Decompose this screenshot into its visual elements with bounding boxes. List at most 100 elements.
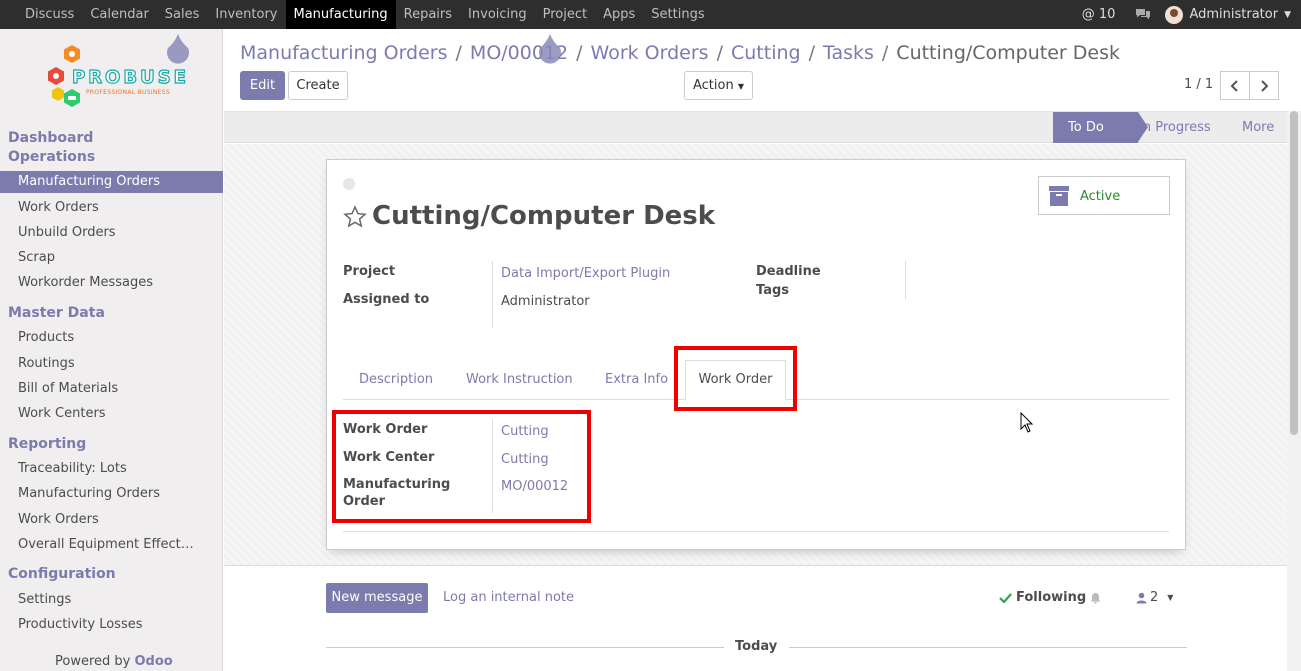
sidebar-item-routings[interactable]: Routings	[0, 353, 223, 375]
project-field[interactable]: Data Import/Export Plugin	[501, 266, 670, 281]
bell-icon	[1090, 592, 1101, 603]
sidebar-item-reporting-manufacturing-orders[interactable]: Manufacturing Orders	[0, 483, 223, 505]
sidebar-item-overall-equipment-effectiveness[interactable]: Overall Equipment Effect…	[0, 534, 223, 556]
mouse-cursor-icon	[1020, 412, 1034, 433]
archive-icon	[1049, 186, 1069, 206]
log-note-link[interactable]: Log an internal note	[443, 590, 574, 605]
tab-extra-info[interactable]: Extra Info	[605, 372, 668, 387]
chevron-left-icon	[1230, 79, 1238, 92]
sidebar-item-settings[interactable]: Settings	[0, 589, 223, 611]
section-divider	[343, 531, 1169, 532]
mentions-counter[interactable]: @ 10	[1082, 7, 1116, 22]
breadcrumb-manufacturing-orders[interactable]: Manufacturing Orders	[240, 42, 448, 64]
stage-to-do[interactable]: To Do	[1053, 112, 1148, 143]
systray: @ 10 Administrator ▼	[1082, 0, 1301, 29]
scrollbar[interactable]	[1287, 111, 1301, 671]
status-bar: To Do In Progress More	[224, 111, 1287, 143]
chat-icon[interactable]	[1135, 8, 1151, 21]
top-navbar: Discuss Calendar Sales Inventory Manufac…	[0, 0, 1301, 29]
sidebar-item-bill-of-materials[interactable]: Bill of Materials	[0, 378, 223, 400]
active-toggle-button[interactable]: Active	[1038, 176, 1170, 215]
stage-more[interactable]: More	[1242, 112, 1274, 143]
menu-settings[interactable]: Settings	[643, 0, 712, 29]
menu-sales[interactable]: Sales	[157, 0, 208, 29]
menu-discuss[interactable]: Discuss	[0, 0, 82, 29]
field-divider	[492, 261, 493, 328]
odoo-link[interactable]: Odoo	[135, 654, 173, 669]
field-divider	[905, 261, 906, 299]
click-marker-icon	[539, 34, 561, 64]
kanban-state-icon[interactable]	[343, 178, 355, 190]
app-menu: Discuss Calendar Sales Inventory Manufac…	[0, 0, 713, 29]
date-separator-label: Today	[735, 639, 778, 654]
breadcrumb-work-orders[interactable]: Work Orders	[591, 42, 709, 64]
pager-value[interactable]: 1 / 1	[1184, 77, 1213, 92]
scrollbar-thumb[interactable]	[1290, 111, 1298, 435]
menu-calendar[interactable]: Calendar	[82, 0, 156, 29]
breadcrumb-current: Cutting/Computer Desk	[896, 42, 1121, 64]
breadcrumb-separator: /	[881, 42, 889, 64]
logo-subtitle: PROFESSIONAL BUSINESS	[86, 89, 170, 96]
breadcrumb: Manufacturing Orders / MO/00012 / Work O…	[240, 42, 1120, 64]
action-dropdown[interactable]: Action ▼	[684, 71, 753, 100]
menu-apps[interactable]: Apps	[595, 0, 643, 29]
menu-project[interactable]: Project	[535, 0, 595, 29]
sidebar-item-manufacturing-orders[interactable]: Manufacturing Orders	[0, 171, 223, 193]
menu-inventory[interactable]: Inventory	[207, 0, 285, 29]
action-label: Action	[692, 78, 734, 93]
sidebar-item-work-centers[interactable]: Work Centers	[0, 403, 223, 425]
tags-label: Tags	[756, 283, 790, 298]
menu-repairs[interactable]: Repairs	[396, 0, 460, 29]
sidebar-item-workorder-messages[interactable]: Workorder Messages	[0, 272, 223, 294]
followers-count: 2	[1150, 590, 1159, 605]
sidebar-item-reporting-work-orders[interactable]: Work Orders	[0, 509, 223, 531]
check-icon	[999, 593, 1012, 603]
breadcrumb-separator: /	[576, 42, 583, 64]
project-label: Project	[343, 264, 396, 279]
breadcrumb-separator: /	[808, 42, 815, 64]
assigned-to-field[interactable]: Administrator	[501, 294, 590, 309]
click-marker-icon	[167, 34, 189, 64]
section-dashboard[interactable]: Dashboard	[8, 130, 93, 146]
sidebar-item-traceability-lots[interactable]: Traceability: Lots	[0, 458, 223, 480]
new-message-button[interactable]: New message	[326, 583, 428, 613]
breadcrumb-separator: /	[455, 42, 462, 64]
caret-down-icon[interactable]: ▼	[1284, 10, 1291, 20]
highlight-box	[674, 346, 797, 411]
followers-button[interactable]: 2 ▼	[1136, 590, 1173, 605]
pager-previous-button[interactable]	[1220, 71, 1250, 100]
section-master-data: Master Data	[8, 305, 105, 321]
deadline-label: Deadline	[756, 264, 821, 279]
breadcrumb-cutting[interactable]: Cutting	[731, 42, 801, 64]
tab-description[interactable]: Description	[359, 372, 433, 387]
create-button[interactable]: Create	[288, 71, 348, 100]
sidebar-item-productivity-losses[interactable]: Productivity Losses	[0, 614, 223, 636]
powered-by: Powered by Odoo	[55, 654, 173, 669]
section-operations: Operations	[8, 149, 96, 165]
sidebar-item-work-orders[interactable]: Work Orders	[0, 197, 223, 219]
following-button[interactable]: Following	[999, 590, 1101, 605]
active-label: Active	[1080, 189, 1121, 204]
section-configuration: Configuration	[8, 566, 116, 582]
sidebar-item-scrap[interactable]: Scrap	[0, 247, 223, 269]
user-avatar[interactable]	[1165, 5, 1184, 24]
menu-manufacturing[interactable]: Manufacturing	[285, 0, 396, 29]
edit-button[interactable]: Edit	[240, 71, 285, 100]
company-logo: PROBUSE PROFESSIONAL BUSINESS	[44, 43, 187, 117]
assigned-to-label: Assigned to	[343, 292, 430, 307]
sidebar-item-unbuild-orders[interactable]: Unbuild Orders	[0, 222, 223, 244]
sidebar: PROBUSE PROFESSIONAL BUSINESS Dashboard …	[0, 29, 223, 671]
caret-down-icon: ▼	[737, 82, 744, 91]
breadcrumb-tasks[interactable]: Tasks	[823, 42, 874, 64]
record-title: Cutting/Computer Desk	[372, 201, 716, 231]
tab-work-instruction[interactable]: Work Instruction	[466, 372, 573, 387]
caret-down-icon: ▼	[1167, 593, 1174, 602]
date-separator-line	[789, 647, 1187, 648]
star-icon[interactable]	[343, 205, 367, 229]
menu-invoicing[interactable]: Invoicing	[460, 0, 535, 29]
powered-by-label: Powered by	[55, 654, 131, 669]
sidebar-item-products[interactable]: Products	[0, 327, 223, 349]
user-menu[interactable]: Administrator	[1189, 7, 1278, 22]
pager-next-button[interactable]	[1249, 71, 1279, 100]
stage-in-progress[interactable]: In Progress	[1139, 112, 1211, 143]
